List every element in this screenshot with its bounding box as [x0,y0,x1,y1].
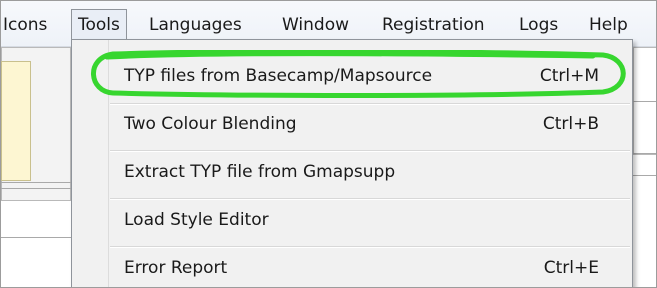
divider [633,101,656,102]
menu-separator [110,103,630,105]
menu-item-typ-files[interactable]: TYP files from Basecamp/Mapsource Ctrl+M [124,60,599,92]
menu-item-label: Two Colour Blending [124,114,297,134]
menu-item-label: Extract TYP file from Gmapsupp [124,162,396,182]
menu-item-shortcut: Ctrl+E [543,258,599,278]
tools-dropdown-menu: TYP files from Basecamp/Mapsource Ctrl+M… [71,39,633,287]
toolbar-button[interactable] [1,61,31,181]
menu-tools[interactable]: Tools [71,9,127,40]
menu-item-two-colour-blending[interactable]: Two Colour Blending Ctrl+B [124,108,599,140]
menu-languages[interactable]: Languages [149,14,242,36]
menu-window[interactable]: Window [282,14,349,36]
menu-item-label: Load Style Editor [124,210,269,230]
menu-separator [110,198,630,200]
divider [633,175,656,176]
menu-registration[interactable]: Registration [382,14,485,36]
menu-help[interactable]: Help [589,14,628,36]
menu-item-load-style-editor[interactable]: Load Style Editor [124,204,599,236]
menu-item-shortcut: Ctrl+M [539,66,599,86]
menu-separator [110,246,630,248]
menu-icons[interactable]: Icons [3,14,47,36]
menu-icon-gutter [108,40,109,287]
app-window: Icons Tools Languages Window Registratio… [0,0,657,288]
divider [1,182,71,183]
menu-item-error-report[interactable]: Error Report Ctrl+E [124,252,599,284]
divider [1,188,71,189]
menu-separator [110,150,630,152]
menu-logs[interactable]: Logs [519,14,558,36]
menu-item-shortcut: Ctrl+B [542,114,599,134]
menu-item-extract-typ[interactable]: Extract TYP file from Gmapsupp [124,156,599,188]
divider [633,153,656,154]
menu-item-label: Error Report [124,258,228,278]
menu-item-label: TYP files from Basecamp/Mapsource [124,66,433,86]
divider [1,237,71,238]
